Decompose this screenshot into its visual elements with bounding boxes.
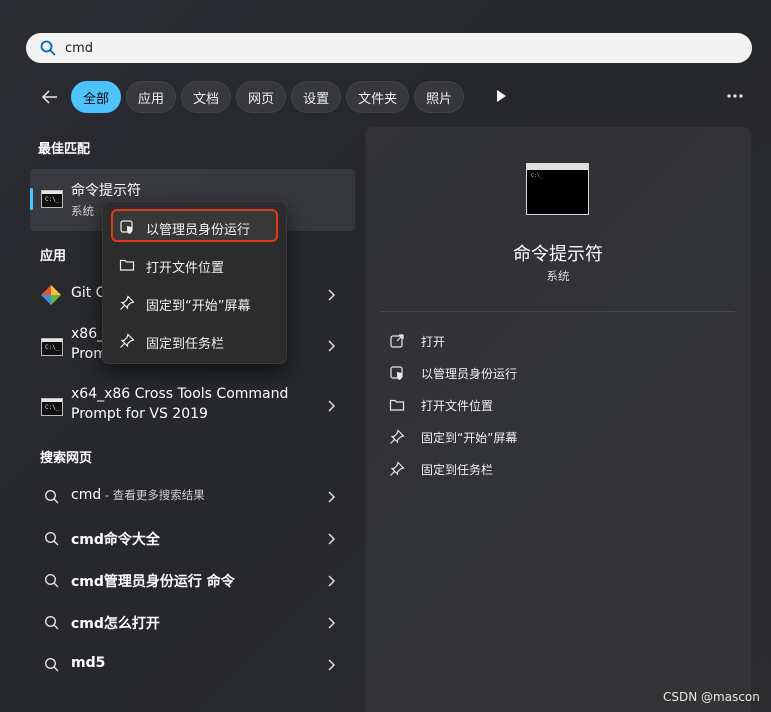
- best-match-heading: 最佳匹配: [38, 142, 91, 157]
- tab-settings[interactable]: 设置: [291, 81, 342, 113]
- menu-item-pin-taskbar[interactable]: 固定到任务栏: [103, 323, 288, 359]
- action-open[interactable]: 打开: [389, 330, 729, 352]
- search-icon: [44, 573, 59, 588]
- pin-icon: [120, 295, 135, 310]
- shield-icon: [120, 220, 133, 234]
- cmd-icon: C:\_: [41, 398, 63, 416]
- search-icon: [40, 40, 56, 56]
- menu-item-label: 打开文件位置: [146, 261, 225, 276]
- web-result-item[interactable]: cmd怎么打开: [30, 608, 355, 638]
- best-match-title: 命令提示符: [71, 183, 141, 199]
- preview-panel: C:\_ 命令提示符 系统 打开 以管理员身份运行 打开文件位置 固定到“开始”…: [365, 127, 751, 712]
- action-label: 固定到“开始”屏幕: [421, 431, 518, 445]
- more-options-icon[interactable]: [724, 86, 746, 106]
- chevron-right-icon[interactable]: [326, 491, 336, 503]
- pin-icon: [390, 429, 405, 444]
- best-match-subtitle: 系统: [71, 204, 94, 218]
- tab-apps[interactable]: 应用: [126, 81, 177, 113]
- web-result-item[interactable]: cmd - 查看更多搜索结果: [30, 482, 355, 512]
- app-item-label-line2: Prompt for VS 2019: [71, 406, 208, 422]
- context-menu: 以管理员身份运行 打开文件位置 固定到“开始”屏幕 固定到任务栏: [102, 201, 287, 364]
- web-result-item[interactable]: cmd命令大全: [30, 524, 355, 554]
- web-result-text: cmd管理员身份运行 命令: [71, 574, 235, 590]
- tab-folders[interactable]: 文件夹: [346, 81, 410, 113]
- action-pin-start[interactable]: 固定到“开始”屏幕: [389, 426, 729, 448]
- preview-title: 命令提示符: [513, 244, 603, 265]
- play-more-icon[interactable]: [494, 88, 508, 104]
- action-label: 以管理员身份运行: [421, 367, 518, 381]
- web-result-item[interactable]: cmd管理员身份运行 命令: [30, 566, 355, 596]
- chevron-right-icon[interactable]: [326, 533, 336, 545]
- shield-icon: [390, 366, 403, 380]
- chevron-right-icon[interactable]: [326, 289, 336, 301]
- chevron-right-icon[interactable]: [326, 400, 336, 412]
- open-external-icon: [390, 334, 404, 348]
- web-result-text: md5: [71, 655, 106, 671]
- cmd-icon: C:\_: [41, 190, 63, 208]
- web-result-suffix: - 查看更多搜索结果: [101, 488, 205, 502]
- menu-item-pin-start[interactable]: 固定到“开始”屏幕: [103, 285, 288, 321]
- back-arrow-icon[interactable]: [40, 87, 60, 107]
- cmd-icon: C:\_: [41, 338, 63, 356]
- watermark: CSDN @mascon: [663, 690, 760, 704]
- filter-tabs: 全部 应用 文档 网页 设置 文件夹 照片: [71, 81, 465, 113]
- action-pin-taskbar[interactable]: 固定到任务栏: [389, 458, 729, 480]
- app-item-label: x64_x86 Cross Tools Command: [71, 386, 289, 402]
- menu-item-label: 固定到“开始”屏幕: [146, 299, 251, 314]
- folder-icon: [389, 399, 405, 411]
- search-input[interactable]: [65, 40, 665, 56]
- web-result-text: cmd: [71, 487, 102, 503]
- preview-subtitle: 系统: [546, 269, 570, 283]
- web-result-item[interactable]: md5: [30, 650, 355, 680]
- pin-icon: [390, 461, 405, 476]
- search-icon: [44, 489, 59, 504]
- web-result-text: cmd怎么打开: [71, 616, 160, 632]
- app-item-x64[interactable]: C:\_ x64_x86 Cross Tools Command Prompt …: [30, 382, 355, 430]
- search-box[interactable]: [26, 33, 752, 63]
- app-item-label: Git C: [71, 285, 106, 301]
- action-label: 打开文件位置: [421, 399, 494, 413]
- cmd-large-icon: C:\_: [526, 163, 589, 215]
- chevron-right-icon[interactable]: [326, 575, 336, 587]
- tab-photos[interactable]: 照片: [414, 81, 465, 113]
- git-icon: [41, 285, 61, 305]
- apps-heading: 应用: [40, 249, 67, 264]
- tab-documents[interactable]: 文档: [181, 81, 232, 113]
- menu-item-label: 固定到任务栏: [146, 337, 225, 352]
- divider: [381, 311, 735, 312]
- menu-item-open-location[interactable]: 打开文件位置: [103, 247, 288, 283]
- search-icon: [44, 657, 59, 672]
- action-label: 打开: [421, 335, 446, 349]
- web-result-text: cmd命令大全: [71, 532, 160, 548]
- app-item-label: x86_: [71, 326, 105, 342]
- chevron-right-icon[interactable]: [326, 659, 336, 671]
- tab-all[interactable]: 全部: [71, 81, 122, 113]
- chevron-right-icon[interactable]: [326, 617, 336, 629]
- search-icon: [44, 531, 59, 546]
- search-icon: [44, 615, 59, 630]
- action-label: 固定到任务栏: [421, 463, 494, 477]
- tab-web[interactable]: 网页: [236, 81, 287, 113]
- web-search-heading: 搜索网页: [40, 451, 93, 466]
- folder-icon: [119, 259, 135, 271]
- action-run-as-admin[interactable]: 以管理员身份运行: [389, 362, 729, 384]
- menu-item-label: 以管理员身份运行: [146, 223, 251, 238]
- selection-indicator: [30, 188, 33, 210]
- chevron-right-icon[interactable]: [326, 340, 336, 352]
- pin-icon: [120, 333, 135, 348]
- menu-item-run-as-admin[interactable]: 以管理员身份运行: [103, 209, 288, 245]
- action-open-location[interactable]: 打开文件位置: [389, 394, 729, 416]
